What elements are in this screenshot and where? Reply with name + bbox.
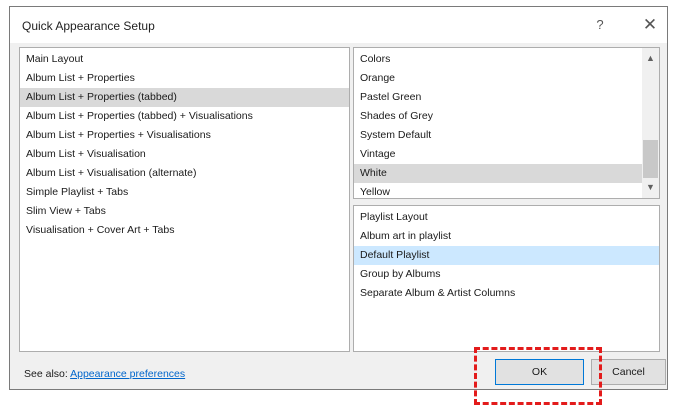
ok-highlight-annotation (474, 347, 602, 405)
playlist-layout-item[interactable]: Separate Album & Artist Columns (354, 284, 659, 303)
main-layout-list[interactable]: Main Layout Album List + Properties Albu… (19, 47, 350, 352)
colors-header: Colors (360, 53, 391, 65)
color-item[interactable]: Yellow (354, 183, 642, 198)
see-also: See also: Appearance preferences (24, 368, 185, 380)
playlist-layout-item[interactable]: Album art in playlist (354, 227, 659, 246)
title-bar: Quick Appearance Setup ? ✕ (10, 7, 667, 43)
scroll-down-icon[interactable]: ▼ (642, 179, 659, 196)
main-layout-item[interactable]: Slim View + Tabs (20, 202, 349, 221)
main-layout-item[interactable]: Album List + Properties + Visualisations (20, 126, 349, 145)
cancel-button[interactable]: Cancel (591, 359, 666, 385)
main-layout-item[interactable]: Album List + Visualisation (20, 145, 349, 164)
main-layout-item[interactable]: Album List + Visualisation (alternate) (20, 164, 349, 183)
color-item-selected[interactable]: White (354, 164, 642, 183)
main-layout-item[interactable]: Album List + Properties (20, 69, 349, 88)
main-layout-item[interactable]: Album List + Properties (tabbed) + Visua… (20, 107, 349, 126)
color-item[interactable]: Vintage (354, 145, 642, 164)
playlist-layout-list[interactable]: Playlist Layout Album art in playlist De… (353, 205, 660, 352)
colors-list[interactable]: Colors Orange Pastel Green Shades of Gre… (353, 47, 660, 199)
color-item[interactable]: Pastel Green (354, 88, 642, 107)
color-item[interactable]: Shades of Grey (354, 107, 642, 126)
help-button[interactable]: ? (586, 13, 614, 37)
see-also-label: See also: (24, 368, 68, 380)
playlist-layout-item[interactable]: Group by Albums (354, 265, 659, 284)
appearance-preferences-link[interactable]: Appearance preferences (70, 368, 185, 380)
color-item[interactable]: System Default (354, 126, 642, 145)
color-item[interactable]: Orange (354, 69, 642, 88)
dialog-title: Quick Appearance Setup (22, 19, 155, 33)
main-layout-item[interactable]: Simple Playlist + Tabs (20, 183, 349, 202)
close-icon[interactable]: ✕ (636, 13, 664, 37)
quick-appearance-dialog: Quick Appearance Setup ? ✕ Main Layout A… (9, 6, 668, 390)
playlist-layout-header: Playlist Layout (360, 211, 428, 223)
main-layout-header: Main Layout (26, 53, 84, 65)
playlist-layout-item-selected[interactable]: Default Playlist (354, 246, 659, 265)
scroll-up-icon[interactable]: ▲ (642, 50, 659, 67)
main-layout-item[interactable]: Visualisation + Cover Art + Tabs (20, 221, 349, 240)
main-layout-item-selected[interactable]: Album List + Properties (tabbed) (20, 88, 349, 107)
scroll-thumb[interactable] (643, 140, 658, 178)
colors-scrollbar[interactable]: ▲ ▼ (642, 48, 659, 198)
